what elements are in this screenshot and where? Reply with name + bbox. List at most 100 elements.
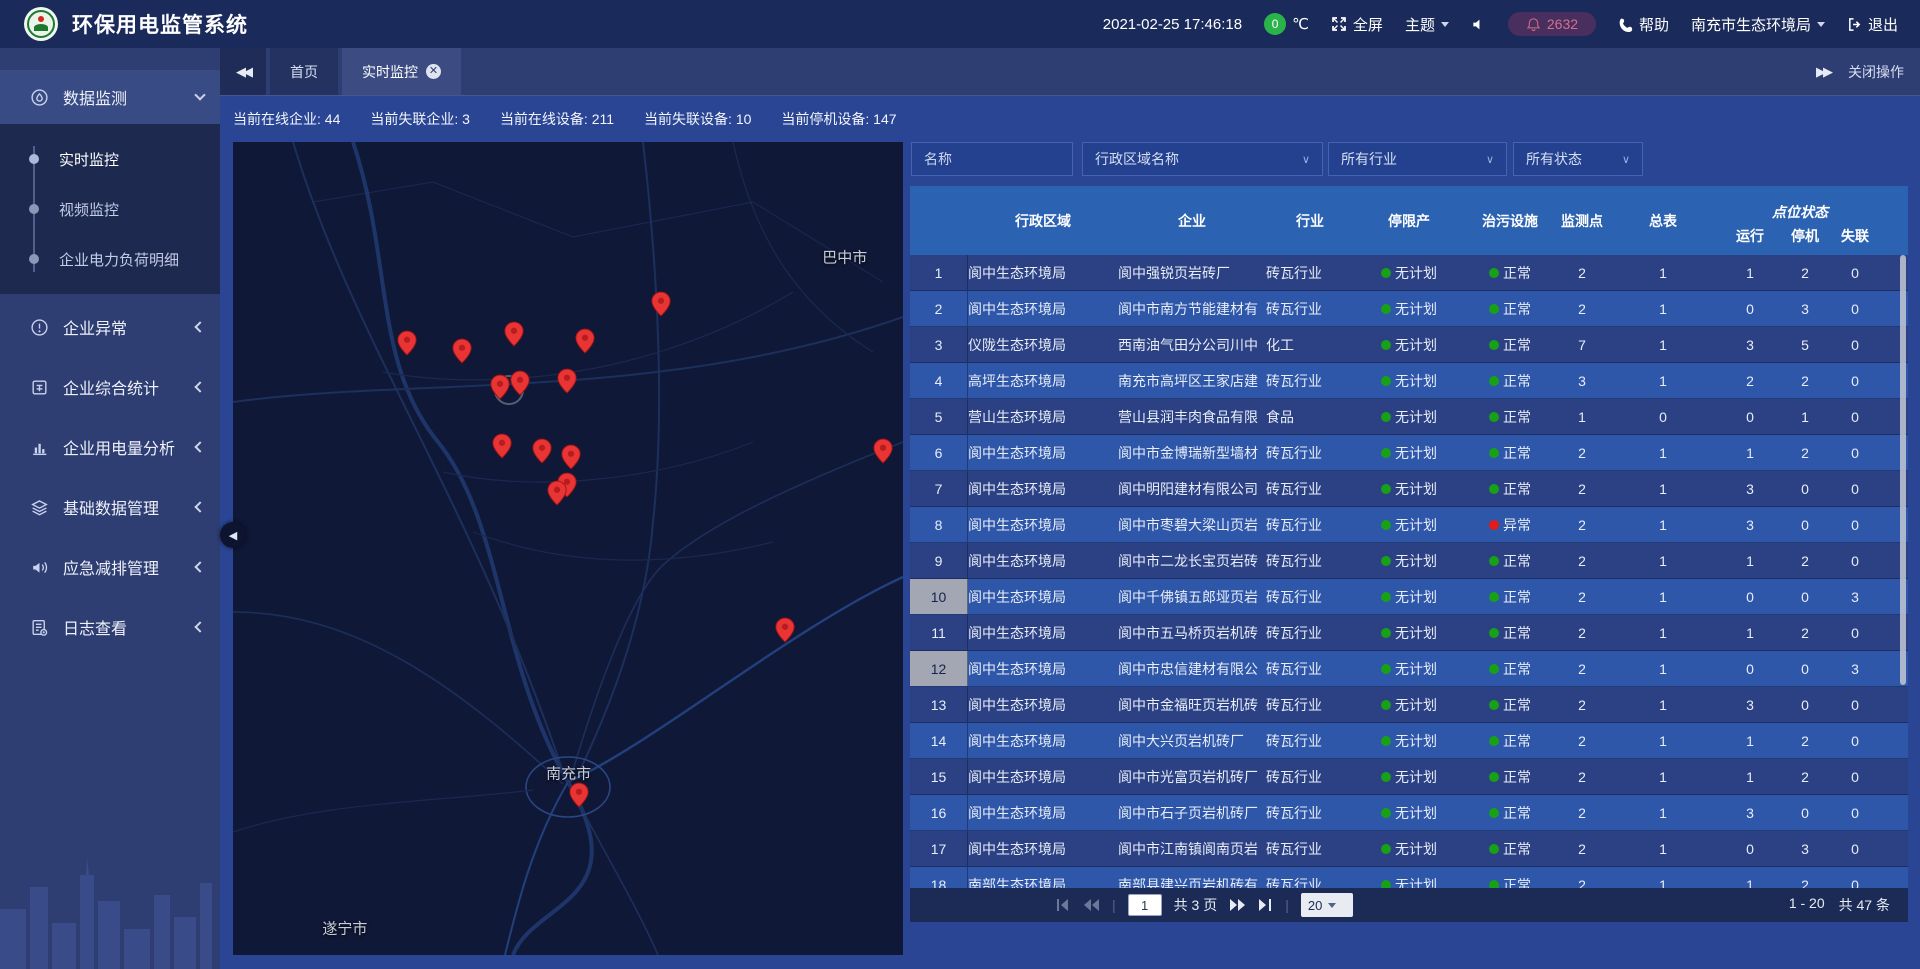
sidebar-item-企业用电量分析[interactable]: 企业用电量分析 xyxy=(0,420,220,474)
map-pin-icon[interactable] xyxy=(872,438,894,464)
tabs-scroll-left-button[interactable]: ◀◀ xyxy=(220,48,266,95)
map-pin-icon[interactable] xyxy=(650,291,672,317)
row-index-cell[interactable]: 16 xyxy=(910,795,968,830)
table-row[interactable]: 8阆中生态环境局阆中市枣碧大梁山页岩砖瓦行业无计划异常21300 xyxy=(910,507,1908,543)
tab-首页[interactable]: 首页 xyxy=(270,48,338,95)
sidebar-item-基础数据管理[interactable]: 基础数据管理 xyxy=(0,480,220,534)
table-row[interactable]: 2阆中生态环境局阆中市南方节能建材有砖瓦行业无计划正常21030 xyxy=(910,291,1908,327)
sidebar-collapse-toggle[interactable]: ◀ xyxy=(220,522,246,548)
map-pin-icon[interactable] xyxy=(503,321,525,347)
table-row[interactable]: 12阆中生态环境局阆中市忠信建材有限公砖瓦行业无计划正常21003 xyxy=(910,651,1908,687)
table-row[interactable]: 10阆中生态环境局阆中千佛镇五郎垭页岩砖瓦行业无计划正常21003 xyxy=(910,579,1908,615)
stopped-cell: 0 xyxy=(1782,795,1828,830)
table-row[interactable]: 7阆中生态环境局阆中明阳建材有限公司砖瓦行业无计划正常21300 xyxy=(910,471,1908,507)
name-filter-input[interactable] xyxy=(924,151,1060,167)
fullscreen-button[interactable]: 全屏 xyxy=(1331,14,1383,35)
table-scrollbar[interactable] xyxy=(1900,255,1906,685)
row-index-cell[interactable]: 6 xyxy=(910,435,968,470)
column-header-行政区域: 行政区域 xyxy=(968,186,1118,255)
help-button[interactable]: 帮助 xyxy=(1618,14,1669,35)
next-page-button[interactable] xyxy=(1229,898,1246,912)
sidebar-item-日志查看[interactable]: 日志查看 xyxy=(0,600,220,654)
row-index-cell[interactable]: 14 xyxy=(910,723,968,758)
row-index-cell[interactable]: 17 xyxy=(910,831,968,866)
pager-divider: | xyxy=(1285,897,1289,913)
theme-menu[interactable]: 主题 xyxy=(1405,14,1449,35)
map-pin-icon[interactable] xyxy=(546,480,568,506)
table-row[interactable]: 9阆中生态环境局阆中市二龙长宝页岩砖砖瓦行业无计划正常21120 xyxy=(910,543,1908,579)
sidebar-item-企业综合统计[interactable]: 企业综合统计 xyxy=(0,360,220,414)
row-index-cell[interactable]: 4 xyxy=(910,363,968,398)
map-pin-icon[interactable] xyxy=(509,370,531,396)
sidebar-subitem-实时监控[interactable]: 实时监控 xyxy=(0,134,220,184)
table-row[interactable]: 17阆中生态环境局阆中市江南镇阆南页岩砖瓦行业无计划正常21030 xyxy=(910,831,1908,867)
map-pin-icon[interactable] xyxy=(560,444,582,470)
sidebar-item-数据监测[interactable]: 数据监测 xyxy=(0,70,220,124)
page-size-select[interactable]: 20 xyxy=(1301,893,1353,917)
map-pin-icon[interactable] xyxy=(531,438,553,464)
first-page-button[interactable] xyxy=(1056,898,1071,912)
table-row[interactable]: 16阆中生态环境局阆中市石子页岩机砖厂砖瓦行业无计划正常21300 xyxy=(910,795,1908,831)
row-index-cell[interactable]: 11 xyxy=(910,615,968,650)
industry-filter-select[interactable]: 所有行业 ∨ xyxy=(1328,142,1507,176)
org-menu[interactable]: 南充市生态环境局 xyxy=(1691,14,1825,35)
sidebar-item-企业异常[interactable]: 企业异常 xyxy=(0,300,220,354)
row-index-cell[interactable]: 2 xyxy=(910,291,968,326)
sidebar-subitem-企业电力负荷明细[interactable]: 企业电力负荷明细 xyxy=(0,234,220,284)
row-index-cell[interactable]: 1 xyxy=(910,255,968,290)
table-row[interactable]: 11阆中生态环境局阆中市五马桥页岩机砖砖瓦行业无计划正常21120 xyxy=(910,615,1908,651)
tabs-scroll-right-button[interactable]: ▶▶ xyxy=(1816,64,1830,80)
company-cell: 阆中市忠信建材有限公 xyxy=(1118,651,1266,686)
running-cell: 0 xyxy=(1718,651,1782,686)
last-page-button[interactable] xyxy=(1258,898,1273,912)
status-filter-value: 所有状态 xyxy=(1526,149,1582,169)
table-row[interactable]: 6阆中生态环境局阆中市金博瑞新型墙材砖瓦行业无计划正常21120 xyxy=(910,435,1908,471)
chevron-down-icon xyxy=(1441,22,1449,27)
sidebar-item-应急减排管理[interactable]: 应急减排管理 xyxy=(0,540,220,594)
status-green-dot-icon xyxy=(1381,556,1391,566)
row-index-cell[interactable]: 7 xyxy=(910,471,968,506)
row-index-cell[interactable]: 10 xyxy=(910,579,968,614)
row-index-cell[interactable]: 5 xyxy=(910,399,968,434)
status-green-dot-icon xyxy=(1489,772,1499,782)
map-canvas[interactable]: 巴中市南充市遂宁市 xyxy=(233,142,903,955)
row-index-cell[interactable]: 15 xyxy=(910,759,968,794)
table-row[interactable]: 5营山生态环境局营山县润丰肉食品有限食品无计划正常10010 xyxy=(910,399,1908,435)
logout-button[interactable]: 退出 xyxy=(1847,14,1898,35)
map-pin-icon[interactable] xyxy=(451,338,473,364)
row-index-cell[interactable]: 12 xyxy=(910,651,968,686)
row-index-cell[interactable]: 3 xyxy=(910,327,968,362)
total-meter-cell: 1 xyxy=(1608,507,1718,542)
table-row[interactable]: 1阆中生态环境局阆中强锐页岩砖厂砖瓦行业无计划正常21120 xyxy=(910,255,1908,291)
table-row[interactable]: 3仪陇生态环境局西南油气田分公司川中化工无计划正常71350 xyxy=(910,327,1908,363)
notification-badge[interactable]: 2632 xyxy=(1508,12,1596,36)
sound-button[interactable] xyxy=(1471,17,1486,32)
map-pin-icon[interactable] xyxy=(491,433,513,459)
table-row[interactable]: 15阆中生态环境局阆中市光富页岩机砖厂砖瓦行业无计划正常21120 xyxy=(910,759,1908,795)
table-row[interactable]: 13阆中生态环境局阆中市金福旺页岩机砖砖瓦行业无计划正常21300 xyxy=(910,687,1908,723)
row-index-cell[interactable]: 13 xyxy=(910,687,968,722)
row-index-cell[interactable]: 9 xyxy=(910,543,968,578)
prev-page-button[interactable] xyxy=(1083,898,1100,912)
map-pin-icon[interactable] xyxy=(574,328,596,354)
table-row[interactable]: 4高坪生态环境局南充市高坪区王家店建砖瓦行业无计划正常31220 xyxy=(910,363,1908,399)
map-pin-icon[interactable] xyxy=(396,330,418,356)
region-filter-select[interactable]: 行政区域名称 ∨ xyxy=(1082,142,1323,176)
tab-close-icon[interactable]: ✕ xyxy=(426,64,441,79)
map-pin-icon[interactable] xyxy=(774,617,796,643)
monitor-points-cell: 3 xyxy=(1556,363,1608,398)
table-body: 1阆中生态环境局阆中强锐页岩砖厂砖瓦行业无计划正常211202阆中生态环境局阆中… xyxy=(910,255,1908,903)
name-filter-field[interactable] xyxy=(911,142,1073,176)
running-cell: 3 xyxy=(1718,327,1782,362)
page-number-input[interactable]: 1 xyxy=(1128,894,1162,916)
table-row[interactable]: 14阆中生态环境局阆中大兴页岩机砖厂砖瓦行业无计划正常21120 xyxy=(910,723,1908,759)
close-operations-button[interactable]: 关闭操作 xyxy=(1848,62,1904,82)
map-pin-icon[interactable] xyxy=(568,782,590,808)
tab-实时监控[interactable]: 实时监控✕ xyxy=(342,48,461,95)
row-index-cell[interactable]: 8 xyxy=(910,507,968,542)
map-pin-icon[interactable] xyxy=(556,368,578,394)
column-header-总表: 总表 xyxy=(1608,186,1718,255)
industry-cell: 砖瓦行业 xyxy=(1266,795,1354,830)
status-filter-select[interactable]: 所有状态 ∨ xyxy=(1513,142,1643,176)
sidebar-subitem-视频监控[interactable]: 视频监控 xyxy=(0,184,220,234)
